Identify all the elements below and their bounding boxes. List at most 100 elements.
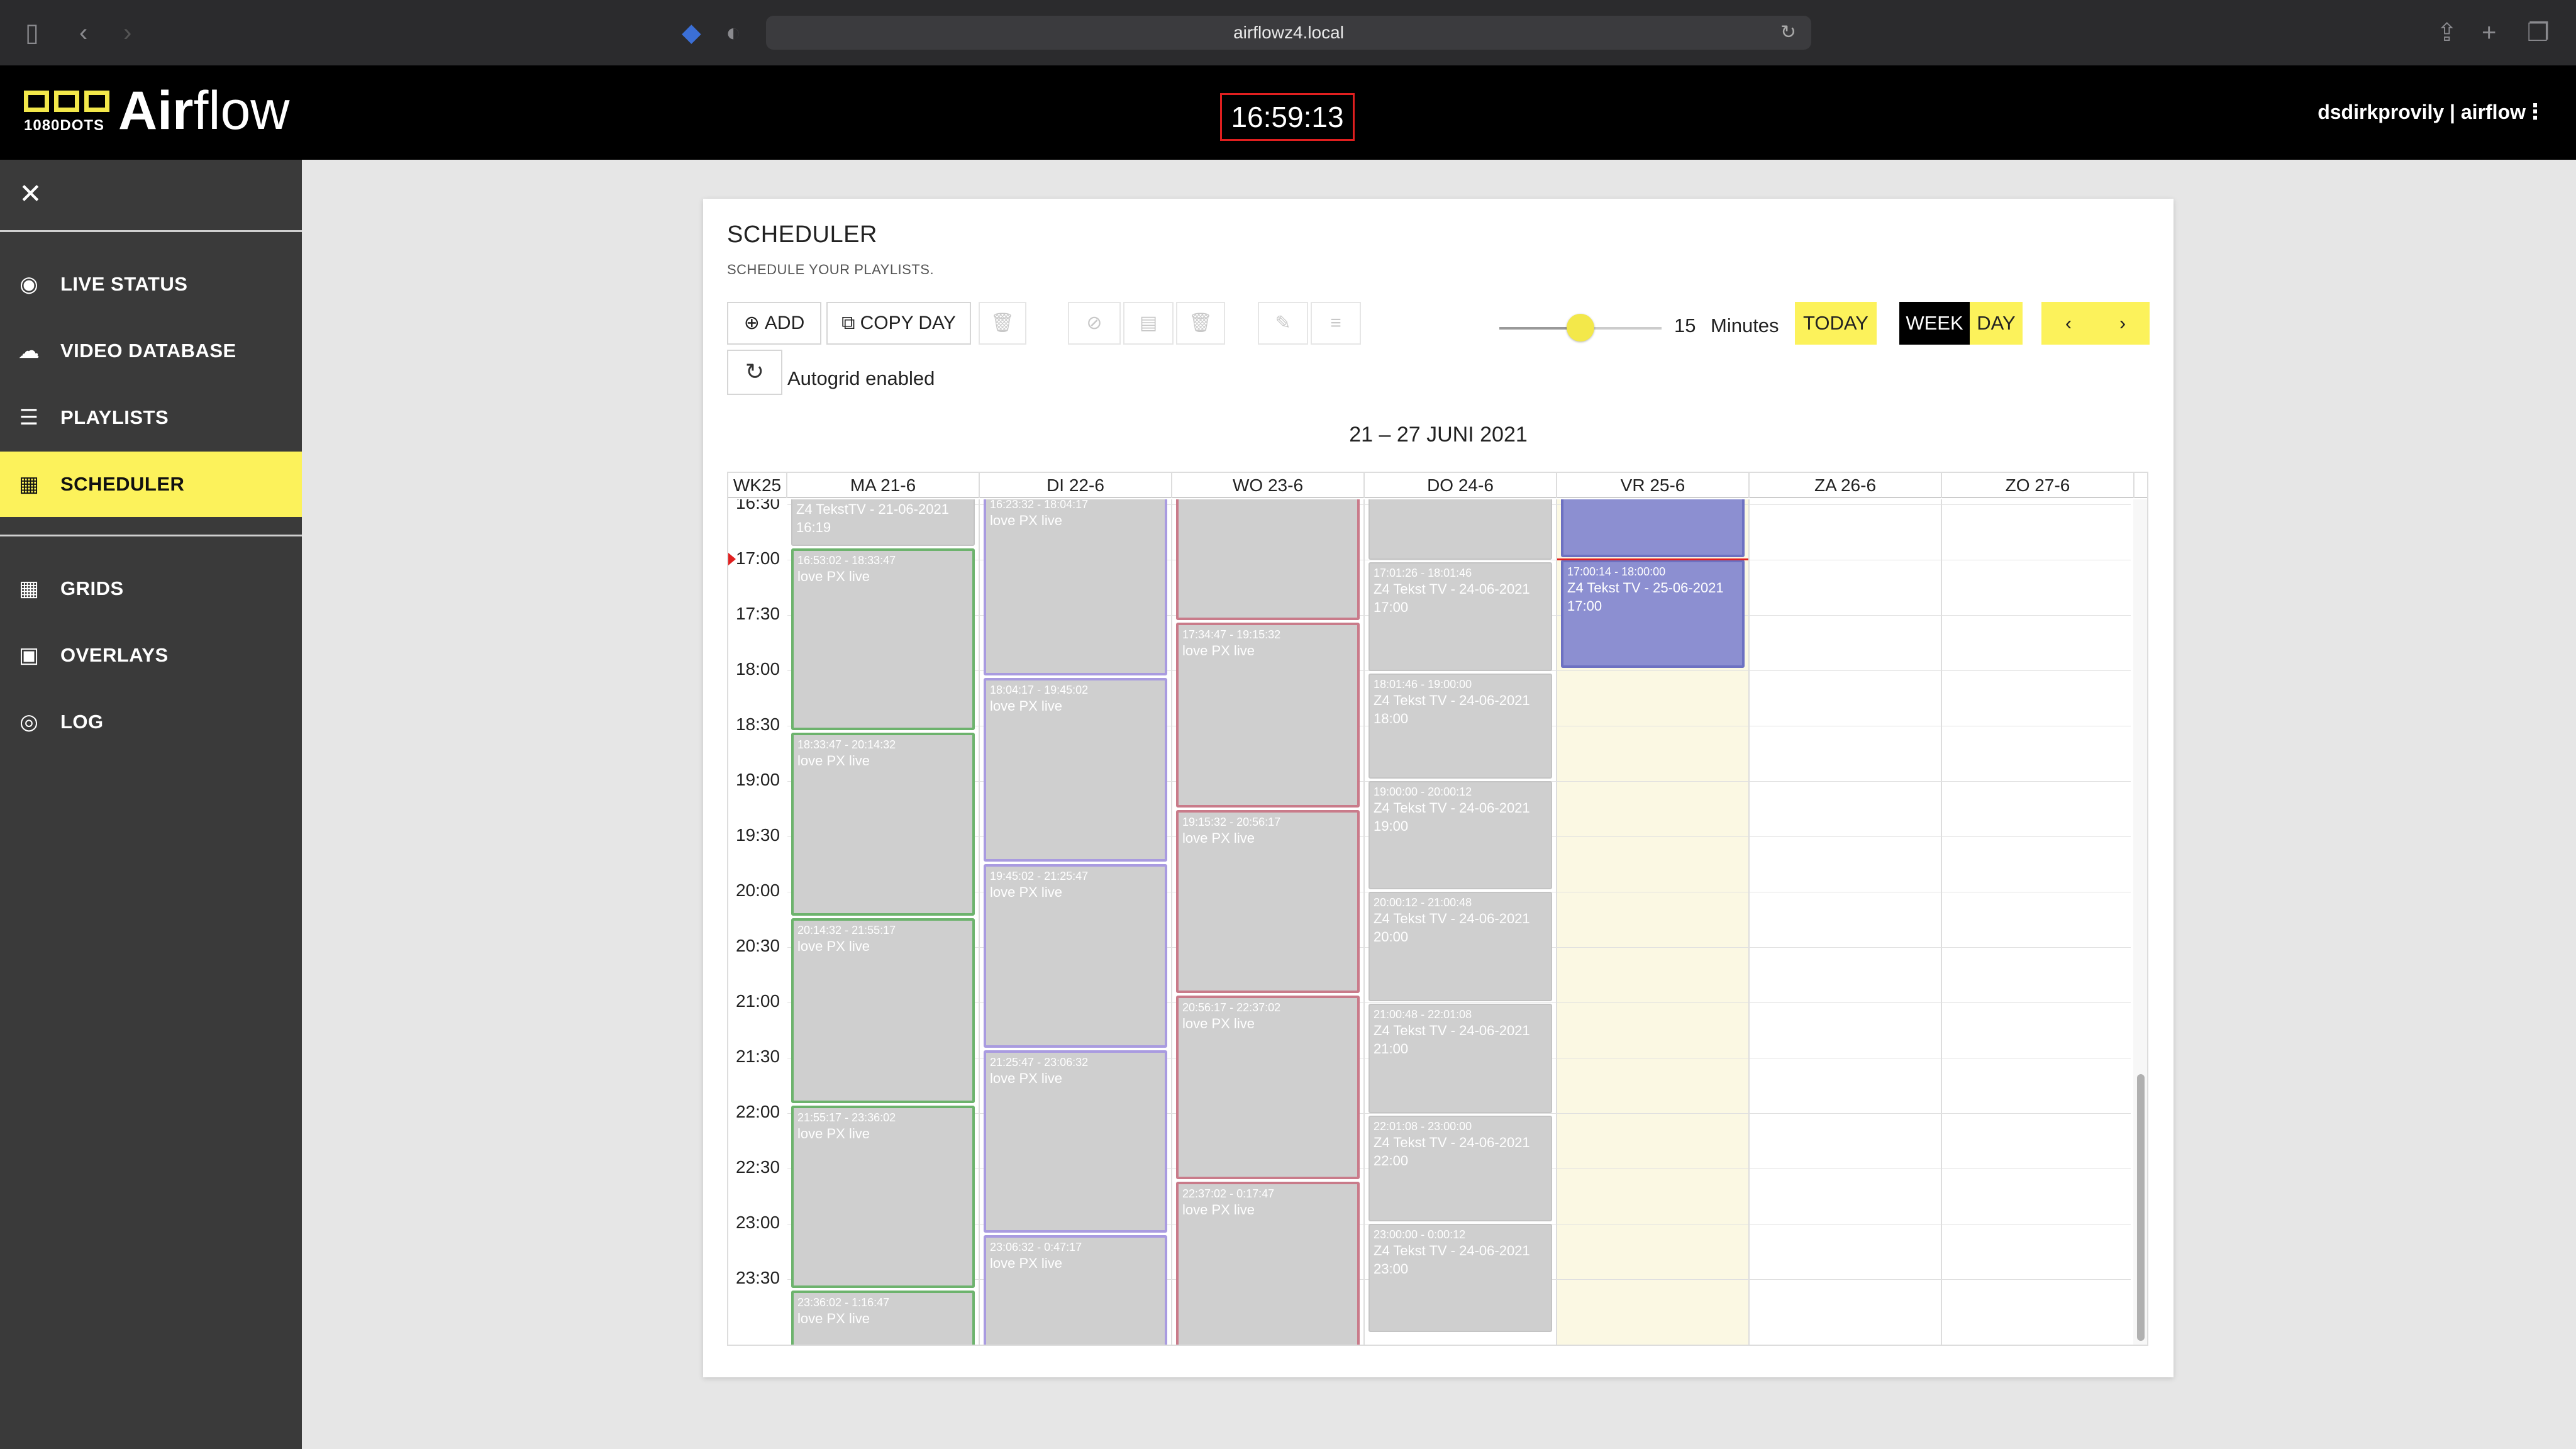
schedule-event[interactable]: 22:37:02 - 0:17:47 love PX live bbox=[1176, 1182, 1360, 1345]
sidebar-item-live-status[interactable]: ◉ LIVE STATUS bbox=[0, 252, 302, 317]
delete-day-button[interactable]: 🗑 bbox=[979, 302, 1026, 345]
event-title: love PX live bbox=[797, 938, 870, 955]
schedule-event[interactable]: 20:56:17 - 22:37:02 love PX live bbox=[1176, 996, 1360, 1180]
reload-icon[interactable]: ↻ bbox=[1780, 16, 1796, 50]
eye-icon: ◉ bbox=[19, 272, 38, 296]
schedule-event[interactable]: 19:15:32 - 20:56:17 love PX live bbox=[1176, 809, 1360, 994]
schedule-event[interactable]: 17:01:26 - 18:01:46 Z4 Tekst TV - 24-06-2… bbox=[1368, 562, 1552, 672]
sidebar-item-scheduler[interactable]: ▦ SCHEDULER bbox=[0, 452, 302, 517]
day-header: VR 25-6 bbox=[1557, 473, 1750, 498]
delete-from-button[interactable]: ▤ bbox=[1123, 302, 1174, 345]
event-time-range: 21:25:47 - 23:06:32 bbox=[990, 1055, 1089, 1069]
sidebar-toggle-icon[interactable]: ▯ bbox=[25, 19, 39, 47]
trash-icon: 🗑 bbox=[1188, 313, 1213, 333]
scrollbar-thumb[interactable] bbox=[2137, 1074, 2145, 1341]
week-view-button[interactable]: WEEK bbox=[1899, 302, 1970, 345]
schedule-event[interactable]: 19:45:02 - 21:25:47 love PX live bbox=[984, 864, 1167, 1048]
schedule-event[interactable]: 18:04:17 - 19:45:02 love PX live bbox=[984, 678, 1167, 862]
sidebar-item-video-database[interactable]: ☁ VIDEO DATABASE bbox=[0, 318, 302, 384]
new-tab-icon[interactable]: + bbox=[2482, 19, 2496, 47]
event-title: Z4 Tekst TV - 24-06-2021 bbox=[1374, 1022, 1530, 1038]
calendar-scrollbar[interactable] bbox=[2133, 499, 2147, 1345]
event-time-range: 16:23:32 - 18:04:17 bbox=[990, 499, 1089, 511]
event-time-range: 21:55:17 - 23:36:02 bbox=[797, 1111, 896, 1124]
day-column[interactable] bbox=[1750, 499, 1942, 1345]
schedule-event[interactable]: 16:23:32 - 18:04:17 love PX live bbox=[984, 499, 1167, 676]
calendar-body[interactable]: 16:30 17:00 17:30 18:00 18:30 19:00 19:30 20:00… bbox=[728, 499, 2147, 1345]
sidebar-item-playlists[interactable]: ☰ PLAYLISTS bbox=[0, 385, 302, 450]
event-time-range: 17:34:47 - 19:15:32 bbox=[1182, 628, 1281, 641]
schedule-event[interactable]: 23:00:00 - 0:00:12 Z4 Tekst TV - 24-06-20… bbox=[1368, 1224, 1552, 1332]
event-time-range: 17:01:26 - 18:01:46 bbox=[1374, 566, 1472, 579]
schedule-event[interactable]: 20:00:12 - 21:00:48 Z4 Tekst TV - 24-06-2… bbox=[1368, 892, 1552, 1001]
slider-value: 15 bbox=[1674, 314, 1696, 336]
schedule-event[interactable]: 22:01:08 - 23:00:00 Z4 Tekst TV - 24-06-2… bbox=[1368, 1115, 1552, 1221]
browser-toolbar: ▯ ‹ › ◆ ◐ airflowz4.local ↻ ⇪ + ❐ bbox=[0, 0, 2576, 65]
sidebar-item-log[interactable]: ◎ LOG bbox=[0, 689, 302, 755]
back-icon[interactable]: ‹ bbox=[79, 19, 87, 47]
schedule-event[interactable]: 20:14:32 - 21:55:17 love PX live bbox=[791, 918, 975, 1103]
schedule-event[interactable]: 18:33:47 - 20:14:32 love PX live bbox=[791, 732, 975, 916]
schedule-event[interactable]: 17:34:47 - 19:15:32 love PX live bbox=[1176, 623, 1360, 808]
address-bar[interactable]: airflowz4.local ↻ bbox=[766, 16, 1811, 50]
more-vertical-icon[interactable]: ⋮ bbox=[2524, 99, 2546, 125]
schedule-event[interactable]: 21:00:48 - 22:01:08 Z4 Tekst TV - 24-06-2… bbox=[1368, 1003, 1552, 1113]
edit-button[interactable]: ✎ bbox=[1258, 302, 1308, 345]
forward-icon[interactable]: › bbox=[123, 19, 131, 47]
event-title: love PX live bbox=[1182, 830, 1255, 846]
sidebar-item-label: OVERLAYS bbox=[60, 644, 169, 666]
time-label: 20:00 bbox=[735, 880, 780, 900]
event-start-time: 22:00 bbox=[1374, 1152, 1409, 1169]
time-label: 18:30 bbox=[735, 714, 780, 734]
divider bbox=[0, 230, 302, 232]
copy-icon: ⧉ bbox=[841, 313, 855, 333]
details-button[interactable]: ≡ bbox=[1311, 302, 1361, 345]
copy-day-button[interactable]: ⧉ COPY DAY bbox=[826, 302, 971, 345]
sidebar-item-grids[interactable]: ▦ GRIDS bbox=[0, 556, 302, 621]
today-button[interactable]: TODAY bbox=[1795, 302, 1877, 345]
autogrid-refresh-button[interactable]: ↻ bbox=[727, 350, 782, 395]
sidebar-item-overlays[interactable]: ▣ OVERLAYS bbox=[0, 623, 302, 688]
add-button[interactable]: ⊕ ADD bbox=[727, 302, 821, 345]
slider-unit: Minutes bbox=[1711, 314, 1779, 336]
schedule-event[interactable]: 16:19:44 - 16:53:02Z4 TekstTV - 21-06-20… bbox=[791, 499, 975, 547]
schedule-event[interactable]: Z4 Tekst TV - 25-06-202116:00 bbox=[1561, 499, 1745, 557]
event-title: Z4 Tekst TV - 24-06-2021 bbox=[1374, 911, 1530, 926]
tab-overview-icon[interactable]: ❐ bbox=[2527, 19, 2550, 47]
schedule-event[interactable]: 21:25:47 - 23:06:32 love PX live bbox=[984, 1050, 1167, 1233]
time-label: 20:30 bbox=[735, 936, 780, 955]
event-title: love PX live bbox=[797, 1125, 870, 1141]
date-range-title: 21 – 27 JUNI 2021 bbox=[1349, 423, 1528, 447]
delete-button[interactable]: 🗑 bbox=[1176, 302, 1225, 345]
schedule-event[interactable]: 23:36:02 - 1:16:47 love PX live bbox=[791, 1290, 975, 1345]
schedule-event[interactable]: love PX live bbox=[1176, 499, 1360, 621]
prev-week-button[interactable]: ‹ bbox=[2041, 302, 2096, 345]
event-title: Z4 Tekst TV - 24-06-2021 bbox=[1374, 580, 1530, 597]
day-view-button[interactable]: DAY bbox=[1970, 302, 2023, 345]
event-time-range: 18:01:46 - 19:00:00 bbox=[1374, 678, 1472, 691]
event-start-time: 18:00 bbox=[1374, 711, 1409, 727]
schedule-event[interactable]: 17:00:14 - 18:00:00 Z4 Tekst TV - 25-06-2… bbox=[1561, 560, 1745, 668]
week-calendar: WK25 MA 21-6 DI 22-6 WO 23-6 DO 24-6 VR 25-6… bbox=[727, 472, 2148, 1346]
schedule-event[interactable]: 19:00:00 - 20:00:12 Z4 Tekst TV - 24-06-2… bbox=[1368, 781, 1552, 889]
schedule-event[interactable]: 21:55:17 - 23:36:02 love PX live bbox=[791, 1105, 975, 1288]
password-manager-icon[interactable]: ◆ bbox=[682, 19, 701, 47]
event-title: love PX live bbox=[990, 884, 1062, 900]
share-icon[interactable]: ⇪ bbox=[2436, 19, 2458, 47]
hide-button[interactable]: ⊘ bbox=[1068, 302, 1121, 345]
event-title: love PX live bbox=[990, 512, 1062, 528]
slider-thumb[interactable] bbox=[1567, 314, 1594, 341]
schedule-event[interactable]: Z4 Tekst TV - 24-06-202116:00 bbox=[1368, 499, 1552, 560]
schedule-event[interactable]: 18:01:46 - 19:00:00 Z4 Tekst TV - 24-06-2… bbox=[1368, 674, 1552, 779]
next-week-button[interactable]: › bbox=[2096, 302, 2150, 345]
shield-icon[interactable]: ◐ bbox=[726, 19, 741, 47]
fingerprint-icon: ◎ bbox=[19, 710, 38, 734]
day-column[interactable] bbox=[1942, 499, 2135, 1345]
schedule-event[interactable]: 16:53:02 - 18:33:47 love PX live bbox=[791, 548, 975, 730]
time-label: 18:00 bbox=[735, 659, 780, 679]
close-icon[interactable]: ✕ bbox=[19, 179, 42, 210]
sidebar-item-label: PLAYLISTS bbox=[60, 406, 169, 428]
week-number: WK25 bbox=[728, 473, 787, 498]
schedule-event[interactable]: 23:06:32 - 0:47:17 love PX live bbox=[984, 1235, 1167, 1345]
event-title: Z4 Tekst TV - 24-06-2021 bbox=[1374, 692, 1530, 709]
